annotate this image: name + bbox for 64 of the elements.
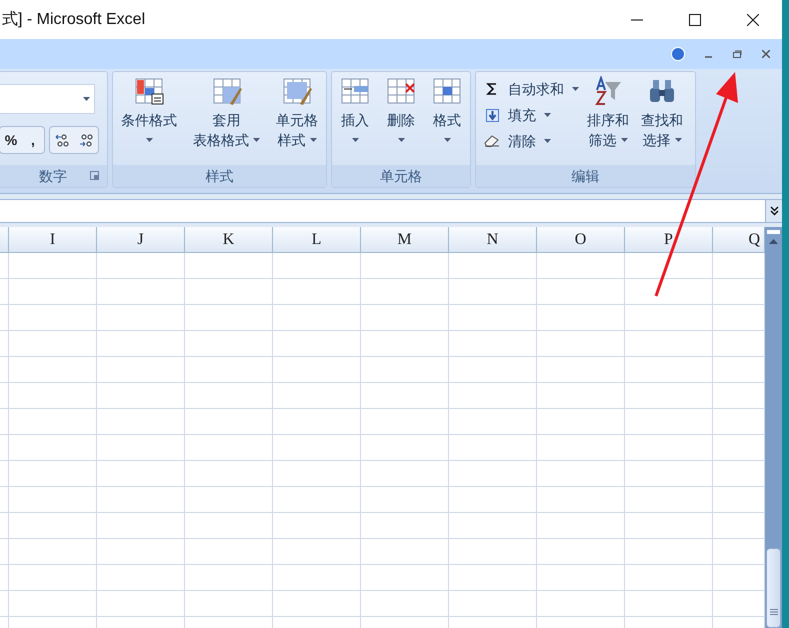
dialog-launcher-icon[interactable] <box>90 171 99 180</box>
sigma-icon <box>486 83 498 95</box>
vertical-scrollbar[interactable] <box>765 227 782 628</box>
decimal-icon <box>54 133 70 147</box>
group-label: 编辑 <box>572 166 600 186</box>
scrollbar-thumb[interactable] <box>766 548 781 628</box>
ribbon-small-button[interactable]: 填充 <box>484 102 579 128</box>
maximize-icon <box>689 14 701 26</box>
caret-icon <box>83 97 90 101</box>
scroll-up-icon <box>769 239 778 244</box>
grid-icon <box>432 76 462 106</box>
fill-down-icon <box>486 108 498 122</box>
ribbon-button[interactable]: 单元格 样式 <box>272 72 322 158</box>
format-button[interactable]: % <box>0 127 22 153</box>
column-header[interactable]: O <box>537 227 625 252</box>
window-title: 式] - Microsoft Excel <box>2 10 146 30</box>
eraser-icon <box>484 135 500 147</box>
caret-icon <box>544 113 551 117</box>
caret-icon <box>572 87 579 91</box>
column-header[interactable]: J <box>97 227 185 252</box>
caret-icon <box>398 138 404 142</box>
caret-icon <box>310 138 316 142</box>
group-label: 样式 <box>206 166 234 186</box>
double-chevron-icon <box>770 206 778 216</box>
grid-icon <box>212 76 242 106</box>
minimize-icon <box>631 18 643 20</box>
ribbon-small-button[interactable]: 清除 <box>484 128 579 154</box>
grid-icon <box>340 76 370 106</box>
close-icon[interactable] <box>762 50 770 58</box>
close-icon <box>747 14 759 26</box>
caret-icon <box>544 139 551 143</box>
grid-icon <box>282 76 312 106</box>
ribbon-button[interactable]: 插入 <box>336 72 374 158</box>
column-header[interactable]: M <box>361 227 449 252</box>
caret-icon <box>620 138 628 142</box>
grid-icon <box>386 76 416 106</box>
ribbon-small-button[interactable]: 自动求和 <box>484 76 579 102</box>
column-header[interactable]: N <box>449 227 537 252</box>
column-header[interactable]: I <box>9 227 97 252</box>
group-label: 数字 <box>39 166 67 186</box>
column-header[interactable]: K <box>185 227 273 252</box>
group-label: 单元格 <box>380 166 422 186</box>
column-header[interactable]: P <box>625 227 713 252</box>
ribbon-button[interactable]: 套用 表格格式 <box>189 72 264 158</box>
caret-icon <box>146 138 152 142</box>
caret-icon <box>444 138 450 142</box>
ribbon-button[interactable]: 排序和 筛选 <box>583 72 633 158</box>
split-box[interactable] <box>766 229 781 235</box>
caret-icon <box>674 138 682 142</box>
caret-icon <box>253 138 260 142</box>
ribbon-button[interactable]: 查找和 选择 <box>637 72 687 158</box>
caret-icon <box>352 138 358 142</box>
grip-icon <box>770 609 778 615</box>
decimal-icon <box>78 133 94 147</box>
grid-icon <box>134 76 164 106</box>
ribbon-button[interactable]: 删除 <box>382 72 420 158</box>
format-button[interactable]: , <box>22 127 44 153</box>
column-header[interactable]: L <box>273 227 361 252</box>
sort-filter-icon <box>593 76 623 106</box>
restore-icon[interactable] <box>733 50 742 58</box>
number-format-dropdown[interactable] <box>0 84 95 114</box>
ribbon-button[interactable]: 条件格式 <box>117 72 181 158</box>
ribbon-button[interactable]: 格式 <box>428 72 466 158</box>
expand-formula-bar-button[interactable] <box>765 200 782 222</box>
